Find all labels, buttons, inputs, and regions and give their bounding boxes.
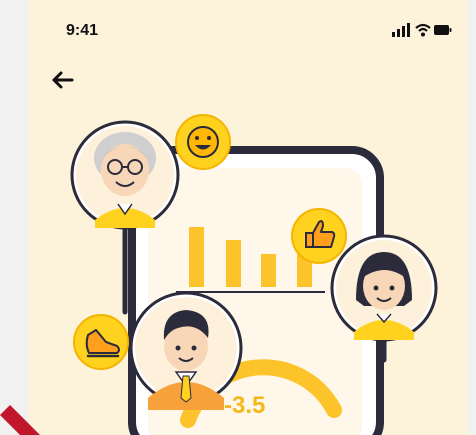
avatar-girl <box>330 234 438 342</box>
sneaker-badge <box>73 314 129 370</box>
smile-icon <box>187 126 219 158</box>
metric-value: -3.5 <box>224 392 266 419</box>
illustration <box>70 114 438 435</box>
thumbs-up-badge <box>291 208 347 264</box>
smile-badge <box>175 114 231 170</box>
avatar-grandmother <box>70 120 180 230</box>
